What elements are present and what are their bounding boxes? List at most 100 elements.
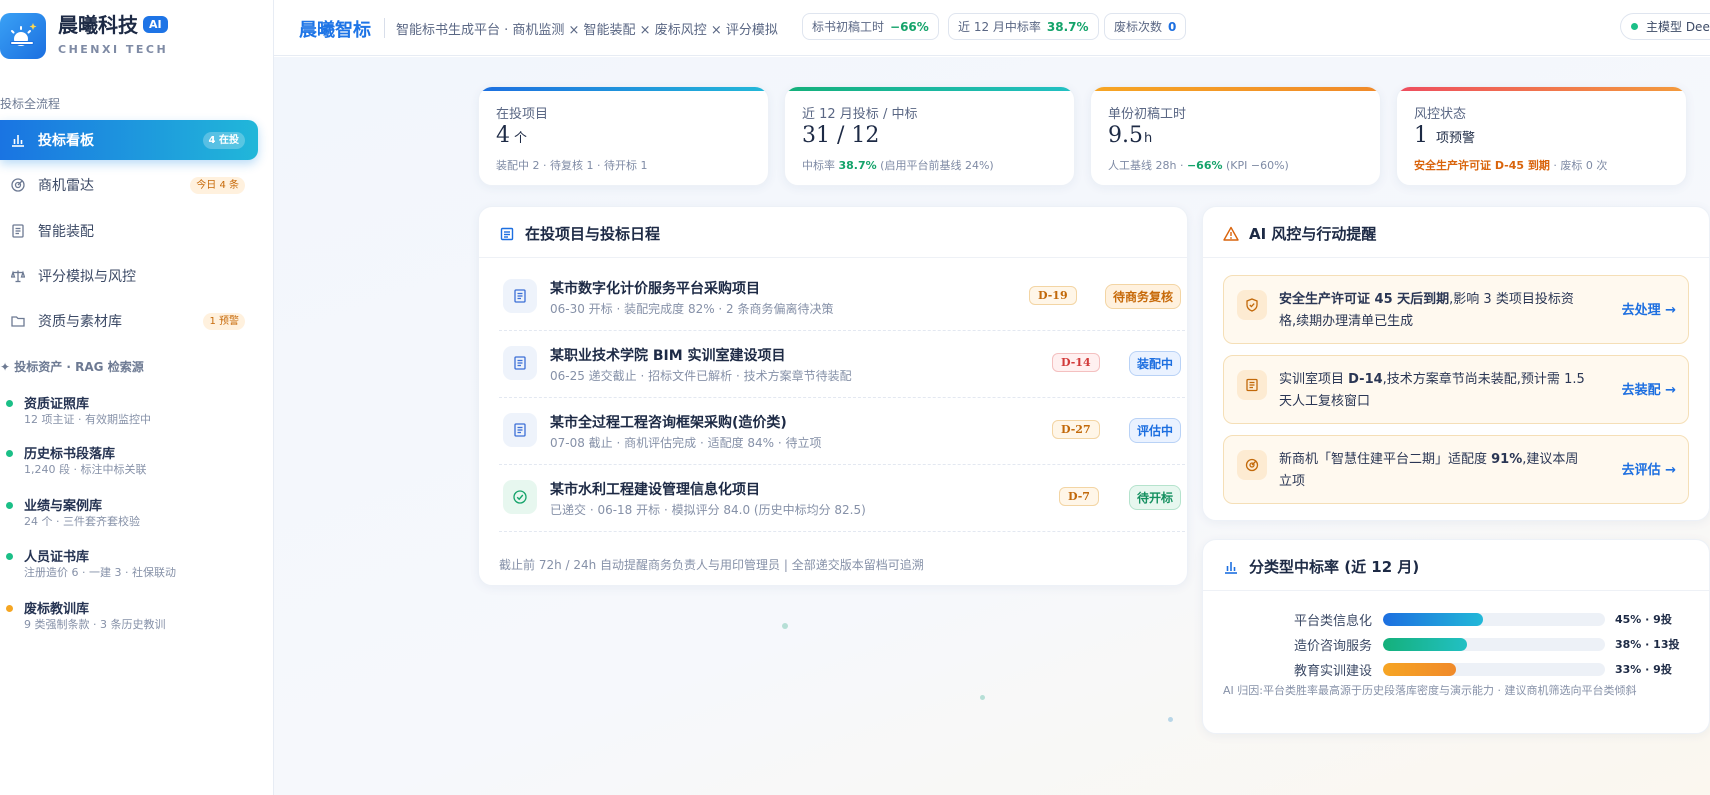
risk-highlight: D-14 [1348, 372, 1383, 387]
nav-item-dashboard[interactable]: 投标看板 4 在投 [0, 120, 258, 160]
asset-desc: 24 个 · 三件套齐套校验 [24, 515, 140, 528]
divider [479, 257, 1187, 258]
asset-item[interactable]: 资质证照库 12 项主证 · 有效期监控中 [0, 393, 260, 437]
rate-track [1383, 638, 1605, 651]
online-dot [1631, 23, 1638, 30]
chart-bar-icon [1223, 559, 1239, 575]
stat-note: 装配中 2 · 待复核 1 · 待开标 1 [496, 159, 648, 172]
asset-item[interactable]: 历史标书段落库 1,240 段 · 标注中标关联 [0, 443, 260, 487]
nav-item-library[interactable]: 资质与素材库 1 预警 [0, 301, 258, 341]
stat-unit: 项预警 [1436, 131, 1476, 146]
decor-dot [1168, 717, 1173, 722]
kpi-value: −66% [890, 19, 929, 34]
kpi-label: 近 12 月中标率 [958, 20, 1041, 34]
stat-unit: h [1144, 131, 1153, 146]
project-desc: 06-30 开标 · 装配完成度 82% · 2 条商务偏离待决策 [550, 302, 834, 316]
rate-label: 平台类信息化 [1293, 614, 1372, 629]
project-name: 某市水利工程建设管理信息化项目 [550, 482, 760, 498]
rate-track [1383, 663, 1605, 676]
panel-title: AI 风控与行动提醒 [1223, 223, 1376, 244]
topbar: 晨曦智标 智能标书生成平台 · 商机监测 × 智能装配 × 废标风控 × 评分模… [274, 0, 1710, 56]
nav-item-assembly[interactable]: 智能装配 [0, 211, 258, 251]
stat-note: 人工基线 28h · −66% (KPI −60%) [1108, 157, 1289, 173]
product-subtitle: 智能标书生成平台 · 商机监测 × 智能装配 × 废标风控 × 评分模拟 [396, 23, 778, 38]
risk-text: 实训室项目 D-14,技术方案章节尚未装配,预计需 1.5 天人工复核窗口 [1279, 369, 1589, 413]
asset-name: 人员证书库 [24, 550, 90, 565]
project-row[interactable]: 某市数字化计价服务平台采购项目 06-30 开标 · 装配完成度 82% · 2… [499, 264, 1185, 331]
radar-icon [1237, 450, 1267, 480]
rate-label: 教育实训建设 [1293, 664, 1372, 679]
sunrise-logo-icon [0, 13, 46, 59]
model-selector[interactable]: 主模型 Dee [1620, 13, 1710, 40]
note-highlight: 38.7% [838, 159, 877, 172]
rate-row: 教育实训建设 33% · 9投 [1203, 659, 1672, 679]
project-name: 某职业技术学院 BIM 实训室建设项目 [550, 348, 786, 364]
deadline-chip: D-19 [1029, 286, 1077, 305]
asset-desc: 注册造价 6 · 一建 3 · 社保联动 [24, 566, 176, 579]
note-text: (KPI −60%) [1222, 159, 1289, 172]
warning-icon [1223, 226, 1239, 242]
stat-value: 4个 [496, 123, 527, 148]
model-name: 主模型 Dee [1646, 20, 1710, 34]
asset-item[interactable]: 业绩与案例库 24 个 · 三件套齐套校验 [0, 495, 260, 539]
handle-link[interactable]: 去处理 → [1622, 299, 1676, 318]
rate-row: 造价咨询服务 38% · 13投 [1203, 634, 1679, 654]
nav-label: 商机雷达 [38, 178, 94, 194]
assemble-link[interactable]: 去装配 → [1622, 379, 1676, 398]
project-name: 某市全过程工程咨询框架采购(造价类) [550, 415, 787, 431]
stat-card-active[interactable]: 在投项目 4个 装配中 2 · 待复核 1 · 待开标 1 [478, 86, 769, 186]
stat-card-bids[interactable]: 近 12 月投标 / 中标 31 / 12 中标率 38.7% (启用平台前基线… [784, 86, 1075, 186]
note-text: · 废标 0 次 [1549, 159, 1608, 172]
decor-dot [782, 623, 788, 629]
panel-title-text: 分类型中标率 (近 12 月) [1249, 558, 1420, 576]
stat-label: 近 12 月投标 / 中标 [802, 107, 918, 122]
document-icon [503, 346, 537, 380]
project-row[interactable]: 某市全过程工程咨询框架采购(造价类) 07-08 截止 · 商机评估完成 · 适… [499, 398, 1185, 465]
asset-name: 历史标书段落库 [24, 447, 116, 462]
risk-item: 新商机「智慧住建平台二期」适配度 91%,建议本周立项 去评估 → [1223, 435, 1689, 504]
status-dot [6, 450, 13, 457]
rag-section-title: ✦ 投标资产 · RAG 检索源 [0, 360, 144, 374]
rate-row: 平台类信息化 45% · 9投 [1203, 609, 1672, 629]
risk-text: 安全生产许可证 45 天后到期,影响 3 类项目投标资格,续期办理清单已生成 [1279, 289, 1589, 333]
kpi-label: 标书初稿工时 [812, 20, 885, 34]
status-dot [6, 400, 13, 407]
risk-highlight: 91% [1491, 452, 1523, 467]
nav-item-scoring[interactable]: 评分模拟与风控 [0, 256, 258, 296]
decor-dot [980, 695, 985, 700]
asset-desc: 1,240 段 · 标注中标关联 [24, 463, 147, 476]
stat-value: 9.5h [1108, 123, 1152, 148]
document-icon [503, 413, 537, 447]
rate-label: 造价咨询服务 [1293, 639, 1372, 654]
risk-body: 新商机「智慧住建平台二期」适配度 [1279, 452, 1492, 467]
status-dot [6, 605, 13, 612]
stat-note: 安全生产许可证 D-45 到期 · 废标 0 次 [1414, 157, 1607, 173]
asset-desc: 9 类强制条款 · 3 条历史教训 [24, 618, 166, 631]
stat-note: 中标率 38.7% (启用平台前基线 24%) [802, 157, 994, 173]
risk-panel: AI 风控与行动提醒 安全生产许可证 45 天后到期,影响 3 类项目投标资格,… [1202, 206, 1710, 521]
stat-card-risk[interactable]: 风控状态 1 项预警 安全生产许可证 D-45 到期 · 废标 0 次 [1396, 86, 1687, 186]
nav-item-radar[interactable]: 商机雷达 今日 4 条 [0, 165, 258, 205]
scale-icon [10, 268, 26, 284]
project-desc: 06-25 递交截止 · 招标文件已解析 · 技术方案章节待装配 [550, 369, 852, 383]
document-icon [1237, 370, 1267, 400]
stat-number: 9.5 [1108, 123, 1143, 148]
shield-icon [1237, 290, 1267, 320]
deadline-chip: D-7 [1059, 487, 1099, 506]
sidebar: 晨曦科技 AI CHENXI TECH 投标全流程 投标看板 4 在投 商机雷达… [0, 0, 274, 795]
rate-value: 45% · 9投 [1615, 613, 1672, 626]
folder-icon [10, 313, 26, 329]
divider [384, 18, 385, 38]
stat-card-hours[interactable]: 单份初稿工时 9.5h 人工基线 28h · −66% (KPI −60%) [1090, 86, 1381, 186]
project-row[interactable]: 某市水利工程建设管理信息化项目 已递交 · 06-18 开标 · 模拟评分 84… [499, 465, 1185, 532]
asset-item[interactable]: 人员证书库 注册造价 6 · 一建 3 · 社保联动 [0, 546, 260, 590]
panel-title-text: 在投项目与投标日程 [525, 225, 661, 243]
stat-label: 单份初稿工时 [1108, 107, 1187, 122]
main-area: 在投项目 4个 装配中 2 · 待复核 1 · 待开标 1 近 12 月投标 /… [274, 57, 1710, 795]
nav-label: 智能装配 [38, 224, 94, 240]
asset-item[interactable]: 废标教训库 9 类强制条款 · 3 条历史教训 [0, 598, 260, 642]
brand-en: CHENXI TECH [58, 43, 169, 56]
ai-badge: AI [143, 16, 168, 33]
evaluate-link[interactable]: 去评估 → [1622, 459, 1676, 478]
project-row[interactable]: 某职业技术学院 BIM 实训室建设项目 06-25 递交截止 · 招标文件已解析… [499, 331, 1185, 398]
